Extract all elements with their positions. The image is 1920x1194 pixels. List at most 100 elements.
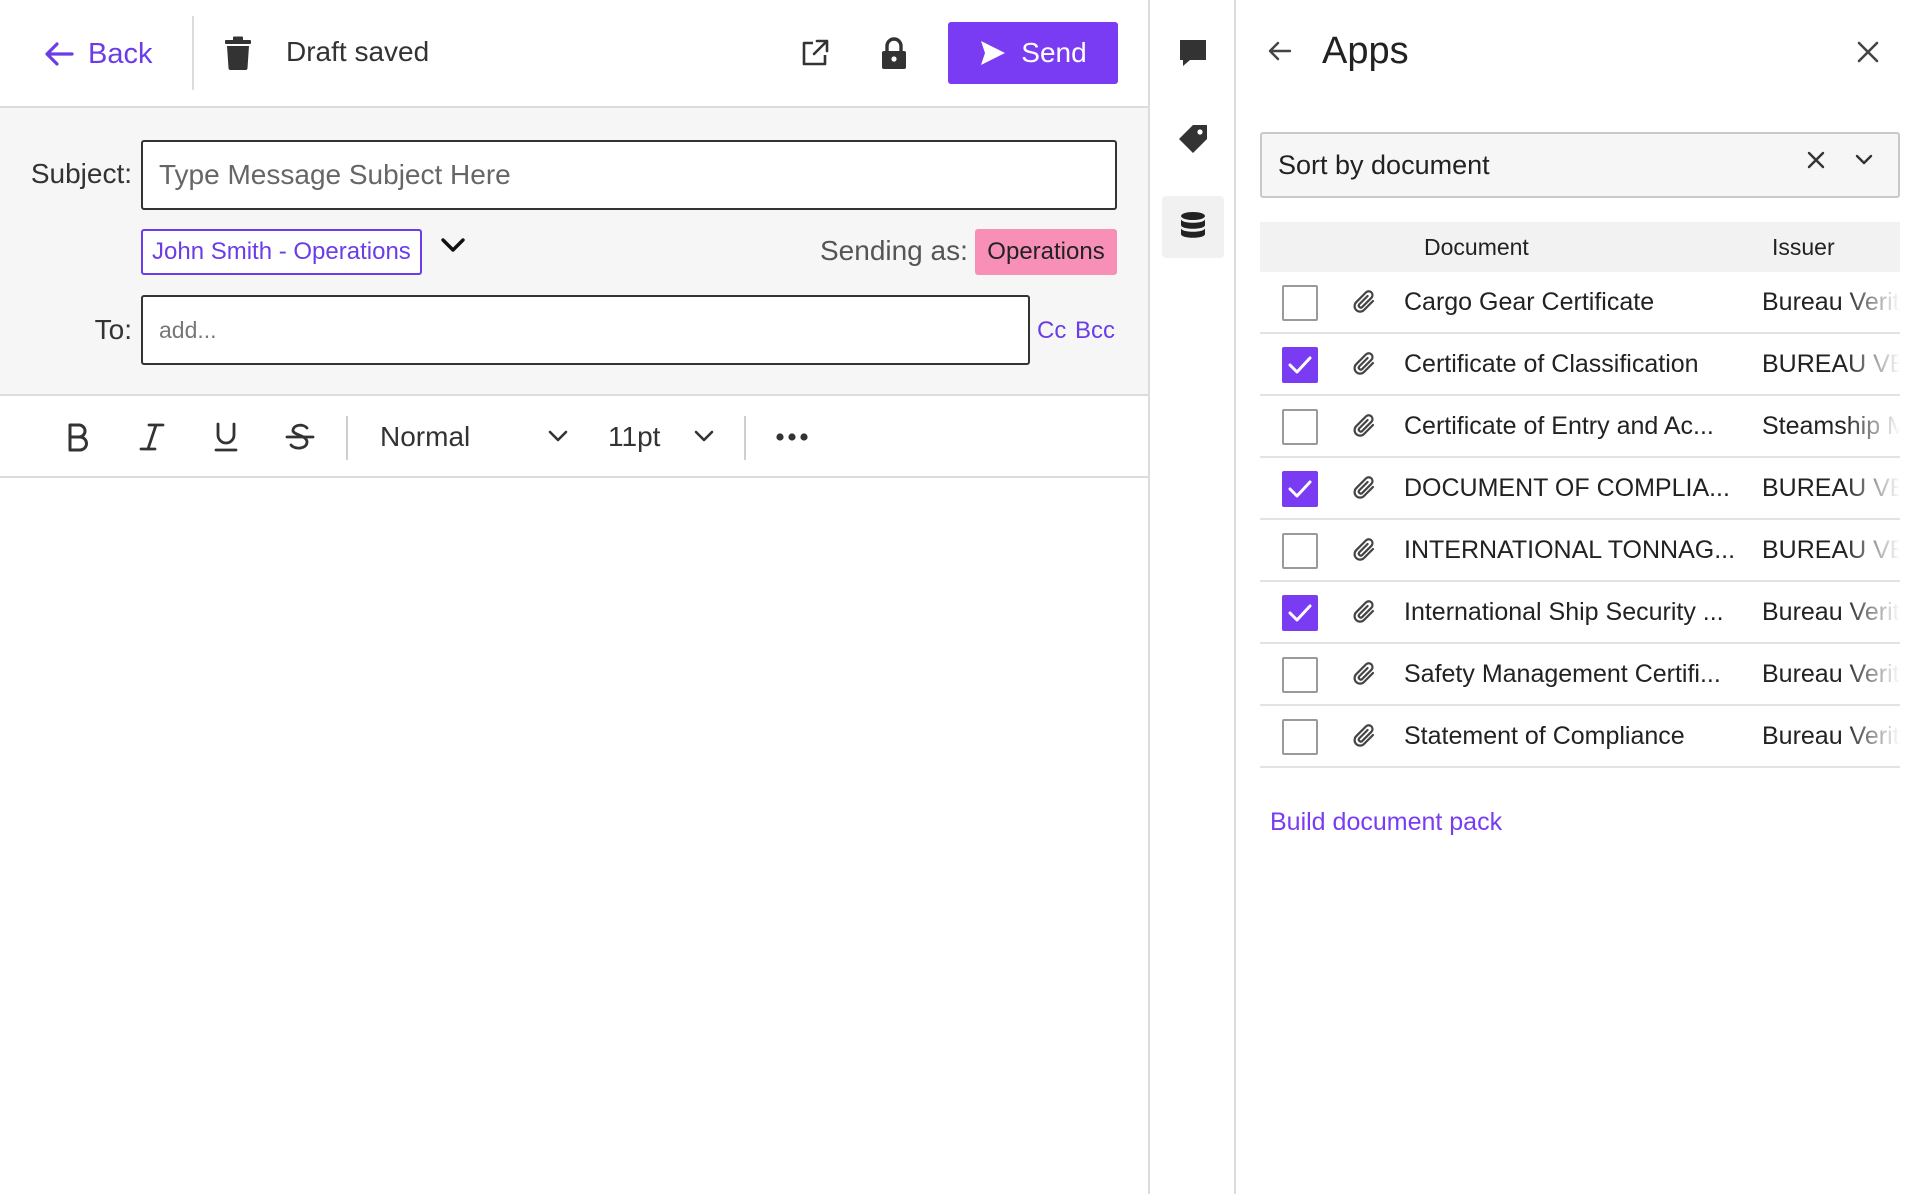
cc-link[interactable]: Cc	[1037, 317, 1066, 345]
row-checkbox[interactable]	[1282, 285, 1318, 321]
table-row[interactable]: Cargo Gear Certificate Bureau Verit	[1260, 272, 1900, 334]
database-icon	[1181, 212, 1205, 238]
document-issuer: Bureau Verit	[1762, 722, 1900, 750]
italic-button[interactable]	[130, 415, 174, 459]
topbar-divider	[192, 16, 194, 90]
back-label: Back	[88, 37, 153, 70]
row-checkbox[interactable]	[1282, 409, 1318, 445]
row-checkbox[interactable]	[1282, 719, 1318, 755]
rail-item-database[interactable]	[1162, 196, 1224, 258]
document-issuer: BUREAU VE	[1762, 350, 1900, 378]
close-icon	[1807, 151, 1825, 169]
subject-input[interactable]	[141, 140, 1117, 210]
back-button[interactable]: Back	[44, 30, 152, 78]
message-header: Subject: John Smith - Operations Sending…	[0, 108, 1148, 396]
panel-title: Apps	[1322, 30, 1409, 72]
paragraph-style-select[interactable]: Normal	[380, 414, 570, 460]
panel-close-button[interactable]	[1856, 40, 1880, 69]
bcc-link[interactable]: Bcc	[1075, 317, 1115, 345]
to-input[interactable]	[141, 295, 1030, 365]
arrow-left-icon	[1268, 41, 1292, 61]
subject-label: Subject:	[30, 158, 132, 189]
chevron-down-icon	[1855, 154, 1873, 165]
sending-as-badge: Operations	[975, 229, 1117, 275]
table-body: Cargo Gear Certificate Bureau Verit Cert…	[1260, 272, 1900, 768]
table-row[interactable]: INTERNATIONAL TONNAG... BUREAU VE	[1260, 520, 1900, 582]
lock-button[interactable]	[880, 36, 908, 75]
bold-button[interactable]	[56, 415, 100, 459]
delete-draft-button[interactable]	[224, 36, 252, 75]
font-size-value: 11pt	[608, 421, 661, 452]
chevron-down-icon	[441, 238, 465, 252]
close-icon	[1857, 41, 1879, 63]
paperclip-icon	[1353, 600, 1375, 623]
document-issuer: BUREAU VE	[1762, 474, 1900, 502]
send-button[interactable]: Send	[948, 22, 1118, 84]
document-name: Cargo Gear Certificate	[1404, 288, 1655, 316]
document-name: Certificate of Classification	[1404, 350, 1699, 378]
tag-icon	[1179, 125, 1207, 153]
document-name: International Ship Security ...	[1404, 598, 1724, 626]
comment-icon	[1180, 40, 1206, 66]
paragraph-style-value: Normal	[380, 421, 471, 452]
sort-select[interactable]: Sort by document	[1260, 132, 1900, 198]
paperclip-icon	[1353, 414, 1375, 437]
table-row[interactable]: Certificate of Entry and Ac... Steamship…	[1260, 396, 1900, 458]
paperclip-icon	[1353, 538, 1375, 561]
underline-icon	[214, 422, 238, 452]
rail-item-tags[interactable]	[1162, 108, 1224, 170]
bold-icon	[68, 423, 88, 452]
paperclip-icon	[1353, 476, 1375, 499]
more-icon	[776, 433, 808, 441]
paperclip-icon	[1353, 352, 1375, 375]
build-document-pack-link[interactable]: Build document pack	[1270, 808, 1502, 837]
checkmark-icon	[1288, 604, 1312, 622]
document-name: INTERNATIONAL TONNAG...	[1404, 536, 1736, 564]
table-row[interactable]: Certificate of Classification BUREAU VE	[1260, 334, 1900, 396]
table-header: Document Issuer	[1260, 222, 1900, 272]
compose-pane: Back Draft saved Send Subject: Type Mess…	[0, 0, 1148, 1194]
row-checkbox[interactable]	[1282, 347, 1318, 383]
strikethrough-button[interactable]	[278, 415, 322, 459]
apps-panel: Apps Sort by document Document Issuer Ca…	[1236, 0, 1920, 1194]
strikethrough-icon	[285, 423, 315, 450]
panel-back-button[interactable]	[1268, 40, 1292, 67]
underline-button[interactable]	[204, 415, 248, 459]
trash-icon	[225, 36, 251, 70]
external-link-icon	[802, 39, 829, 66]
row-checkbox[interactable]	[1282, 533, 1318, 569]
toolbar-divider	[744, 416, 746, 460]
toolbar-divider	[346, 416, 348, 460]
lock-icon	[882, 37, 906, 69]
from-account-dropdown[interactable]	[440, 236, 466, 259]
table-row[interactable]: International Ship Security ... Bureau V…	[1260, 582, 1900, 644]
formatting-toolbar: Normal 11pt	[0, 396, 1148, 478]
document-issuer: Bureau Verit	[1762, 660, 1900, 688]
document-name: Certificate of Entry and Ac...	[1404, 412, 1714, 440]
more-options-button[interactable]	[772, 415, 812, 459]
column-header-issuer: Issuer	[1772, 234, 1835, 260]
table-row[interactable]: DOCUMENT OF COMPLIA... BUREAU VE	[1260, 458, 1900, 520]
document-name: DOCUMENT OF COMPLIA...	[1404, 474, 1730, 502]
paperclip-icon	[1353, 662, 1375, 685]
document-issuer: BUREAU VE	[1762, 536, 1900, 564]
sort-dropdown-toggle[interactable]	[1854, 152, 1874, 173]
table-row[interactable]: Safety Management Certifi... Bureau Veri…	[1260, 644, 1900, 706]
rail-item-comments[interactable]	[1162, 22, 1224, 84]
from-account-chip[interactable]: John Smith - Operations	[141, 229, 422, 275]
document-name: Statement of Compliance	[1404, 722, 1685, 750]
row-checkbox[interactable]	[1282, 595, 1318, 631]
send-label: Send	[1021, 37, 1087, 68]
font-size-select[interactable]: 11pt	[608, 414, 716, 460]
sort-select-value: Sort by document	[1278, 149, 1490, 180]
checkmark-icon	[1288, 480, 1312, 498]
row-checkbox[interactable]	[1282, 471, 1318, 507]
popout-button[interactable]	[800, 38, 830, 73]
row-checkbox[interactable]	[1282, 657, 1318, 693]
table-row[interactable]: Statement of Compliance Bureau Verit	[1260, 706, 1900, 768]
draft-status: Draft saved	[286, 36, 430, 67]
document-name: Safety Management Certifi...	[1404, 660, 1721, 688]
document-issuer: Bureau Verit	[1762, 288, 1900, 316]
sort-clear-button[interactable]	[1806, 150, 1826, 175]
message-body-editor[interactable]	[0, 478, 1148, 1194]
